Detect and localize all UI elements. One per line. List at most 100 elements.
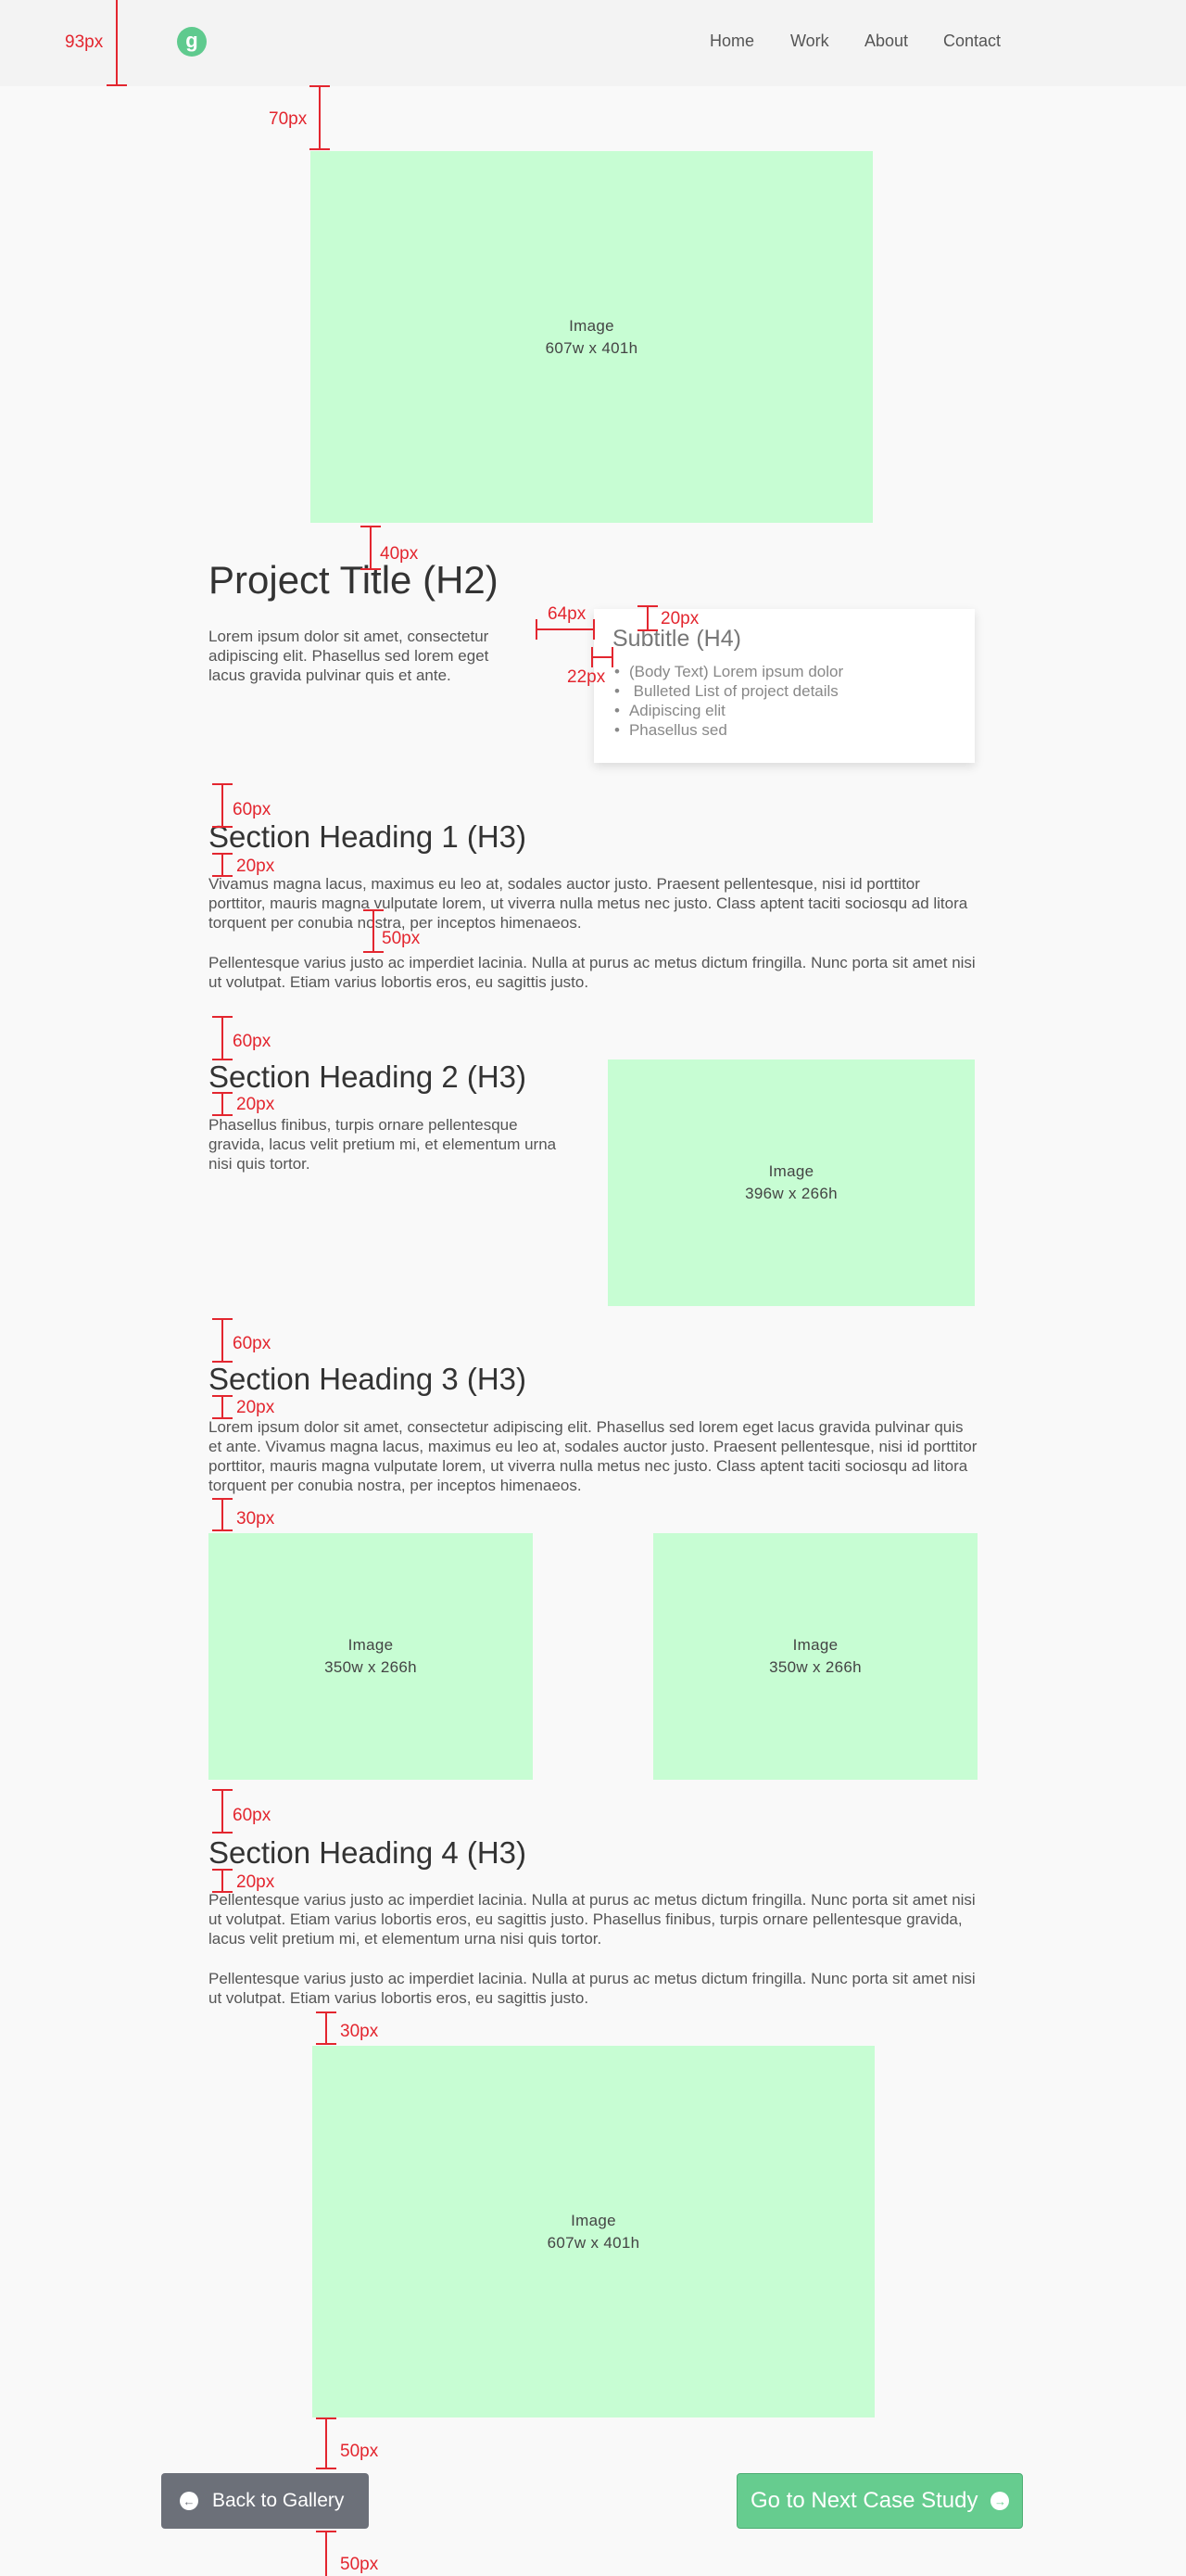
measure-tick [212, 1891, 233, 1893]
measure-tick [212, 1789, 233, 1791]
measure-line [116, 0, 118, 86]
nav-work-link[interactable]: Work [790, 32, 829, 51]
measure-tick [212, 1318, 233, 1320]
measure-tick [212, 1114, 233, 1116]
measure-label: 70px [269, 109, 308, 129]
section-2-paragraph: Phasellus finibus, turpis ornare pellent… [208, 1116, 557, 1173]
image-label: Image [347, 1636, 394, 1654]
measure-tick [212, 1529, 233, 1531]
measure-line [647, 605, 649, 631]
measure-line [221, 783, 223, 828]
image-dimensions: 350w x 266h [769, 1658, 862, 1676]
section-4-paragraph-1: Pellentesque varius justo ac imperdiet l… [208, 1891, 976, 1948]
measure-line [221, 1789, 223, 1834]
measure-label: 60px [233, 1806, 271, 1825]
measure-tick [212, 1059, 233, 1060]
measure-label: 64px [548, 604, 587, 624]
measure-line [372, 909, 374, 953]
section-3-left-image-placeholder: Image 350w x 266h [208, 1533, 533, 1780]
measure-label: 60px [233, 1032, 271, 1051]
project-details-card: Subtitle (H4) (Body Text) Lorem ipsum do… [594, 609, 975, 763]
measure-line [319, 85, 321, 150]
section-2-heading: Section Heading 2 (H3) [208, 1060, 527, 1094]
measure-label: 20px [236, 1398, 275, 1417]
measure-tick [637, 629, 658, 631]
list-item: (Body Text) Lorem ipsum dolor [614, 662, 843, 681]
measure-line [325, 2417, 327, 2469]
project-title: Project Title (H2) [208, 558, 498, 602]
measure-tick [637, 605, 658, 607]
measure-tick [612, 647, 613, 667]
project-intro: Lorem ipsum dolor sit amet, consectetur … [208, 628, 489, 684]
measure-label: 50px [340, 2442, 379, 2461]
measure-label: 30px [340, 2022, 379, 2041]
section-3-right-image-placeholder: Image 350w x 266h [653, 1533, 978, 1780]
measure-line [370, 526, 372, 570]
section-1-paragraph-2: Pellentesque varius justo ac imperdiet l… [208, 954, 976, 991]
back-to-gallery-button[interactable]: ← Back to Gallery [161, 2473, 369, 2529]
nav-contact-link[interactable]: Contact [943, 32, 1001, 51]
measure-label: 20px [236, 1095, 275, 1114]
logo[interactable]: g [177, 27, 207, 57]
image-dimensions: 607w x 401h [547, 2233, 640, 2252]
measure-line [221, 1318, 223, 1363]
measure-label: 93px [65, 32, 104, 52]
measure-tick [593, 619, 595, 640]
measure-tick [212, 1092, 233, 1094]
measure-tick [316, 2468, 336, 2469]
image-label: Image [569, 316, 614, 335]
measure-tick [536, 619, 537, 640]
measure-line [221, 1869, 223, 1893]
arrow-right-circle-icon: → [990, 2492, 1010, 2510]
list-item: Adipiscing elit [614, 701, 843, 720]
measure-tick [316, 2043, 336, 2045]
measure-line [221, 1498, 223, 1531]
measure-label: 20px [236, 1872, 275, 1892]
card-subtitle: Subtitle (H4) [612, 626, 741, 652]
top-navbar: g Home Work About Contact [0, 0, 1186, 86]
measure-line [221, 853, 223, 877]
measure-label: 20px [236, 857, 275, 876]
measure-label: 50px [340, 2555, 379, 2574]
measure-tick [107, 84, 127, 86]
measure-label: 22px [567, 667, 606, 687]
measure-tick [212, 853, 233, 855]
measure-tick [316, 2531, 336, 2532]
image-label: Image [792, 1636, 839, 1654]
nav-home-link[interactable]: Home [710, 32, 754, 51]
measure-tick [309, 148, 330, 150]
project-details-list: (Body Text) Lorem ipsum dolor Bulleted L… [614, 662, 843, 740]
measure-label: 20px [661, 609, 700, 628]
measure-label: 60px [233, 800, 271, 819]
measure-tick [212, 1832, 233, 1834]
list-item: Phasellus sed [614, 720, 843, 740]
section-1-heading: Section Heading 1 (H3) [208, 819, 527, 854]
measure-tick [316, 2011, 336, 2013]
measure-label: 30px [236, 1509, 275, 1529]
next-case-study-button[interactable]: Go to Next Case Study → [737, 2473, 1023, 2529]
measure-tick [363, 909, 384, 911]
hero-image-placeholder: Image 607w x 401h [310, 151, 873, 523]
measure-line [325, 2531, 327, 2576]
next-button-label: Go to Next Case Study [751, 2488, 978, 2513]
image-dimensions: 350w x 266h [324, 1658, 417, 1676]
image-label: Image [571, 2211, 616, 2229]
measure-tick [212, 1395, 233, 1397]
measure-line [591, 656, 613, 658]
measure-tick [363, 951, 384, 953]
measure-tick [212, 783, 233, 785]
measure-label: 40px [380, 544, 419, 564]
measure-tick [212, 1016, 233, 1018]
image-label: Image [768, 1162, 814, 1180]
measure-line [221, 1016, 223, 1060]
measure-line [221, 1092, 223, 1116]
measure-tick [212, 1361, 233, 1363]
image-dimensions: 396w x 266h [745, 1185, 838, 1202]
measure-label: 50px [382, 929, 421, 948]
measure-tick [212, 1498, 233, 1500]
measure-tick [212, 1417, 233, 1419]
measure-tick [591, 647, 593, 667]
measure-line [325, 2011, 327, 2045]
nav-about-link[interactable]: About [864, 32, 908, 51]
measure-tick [212, 875, 233, 877]
